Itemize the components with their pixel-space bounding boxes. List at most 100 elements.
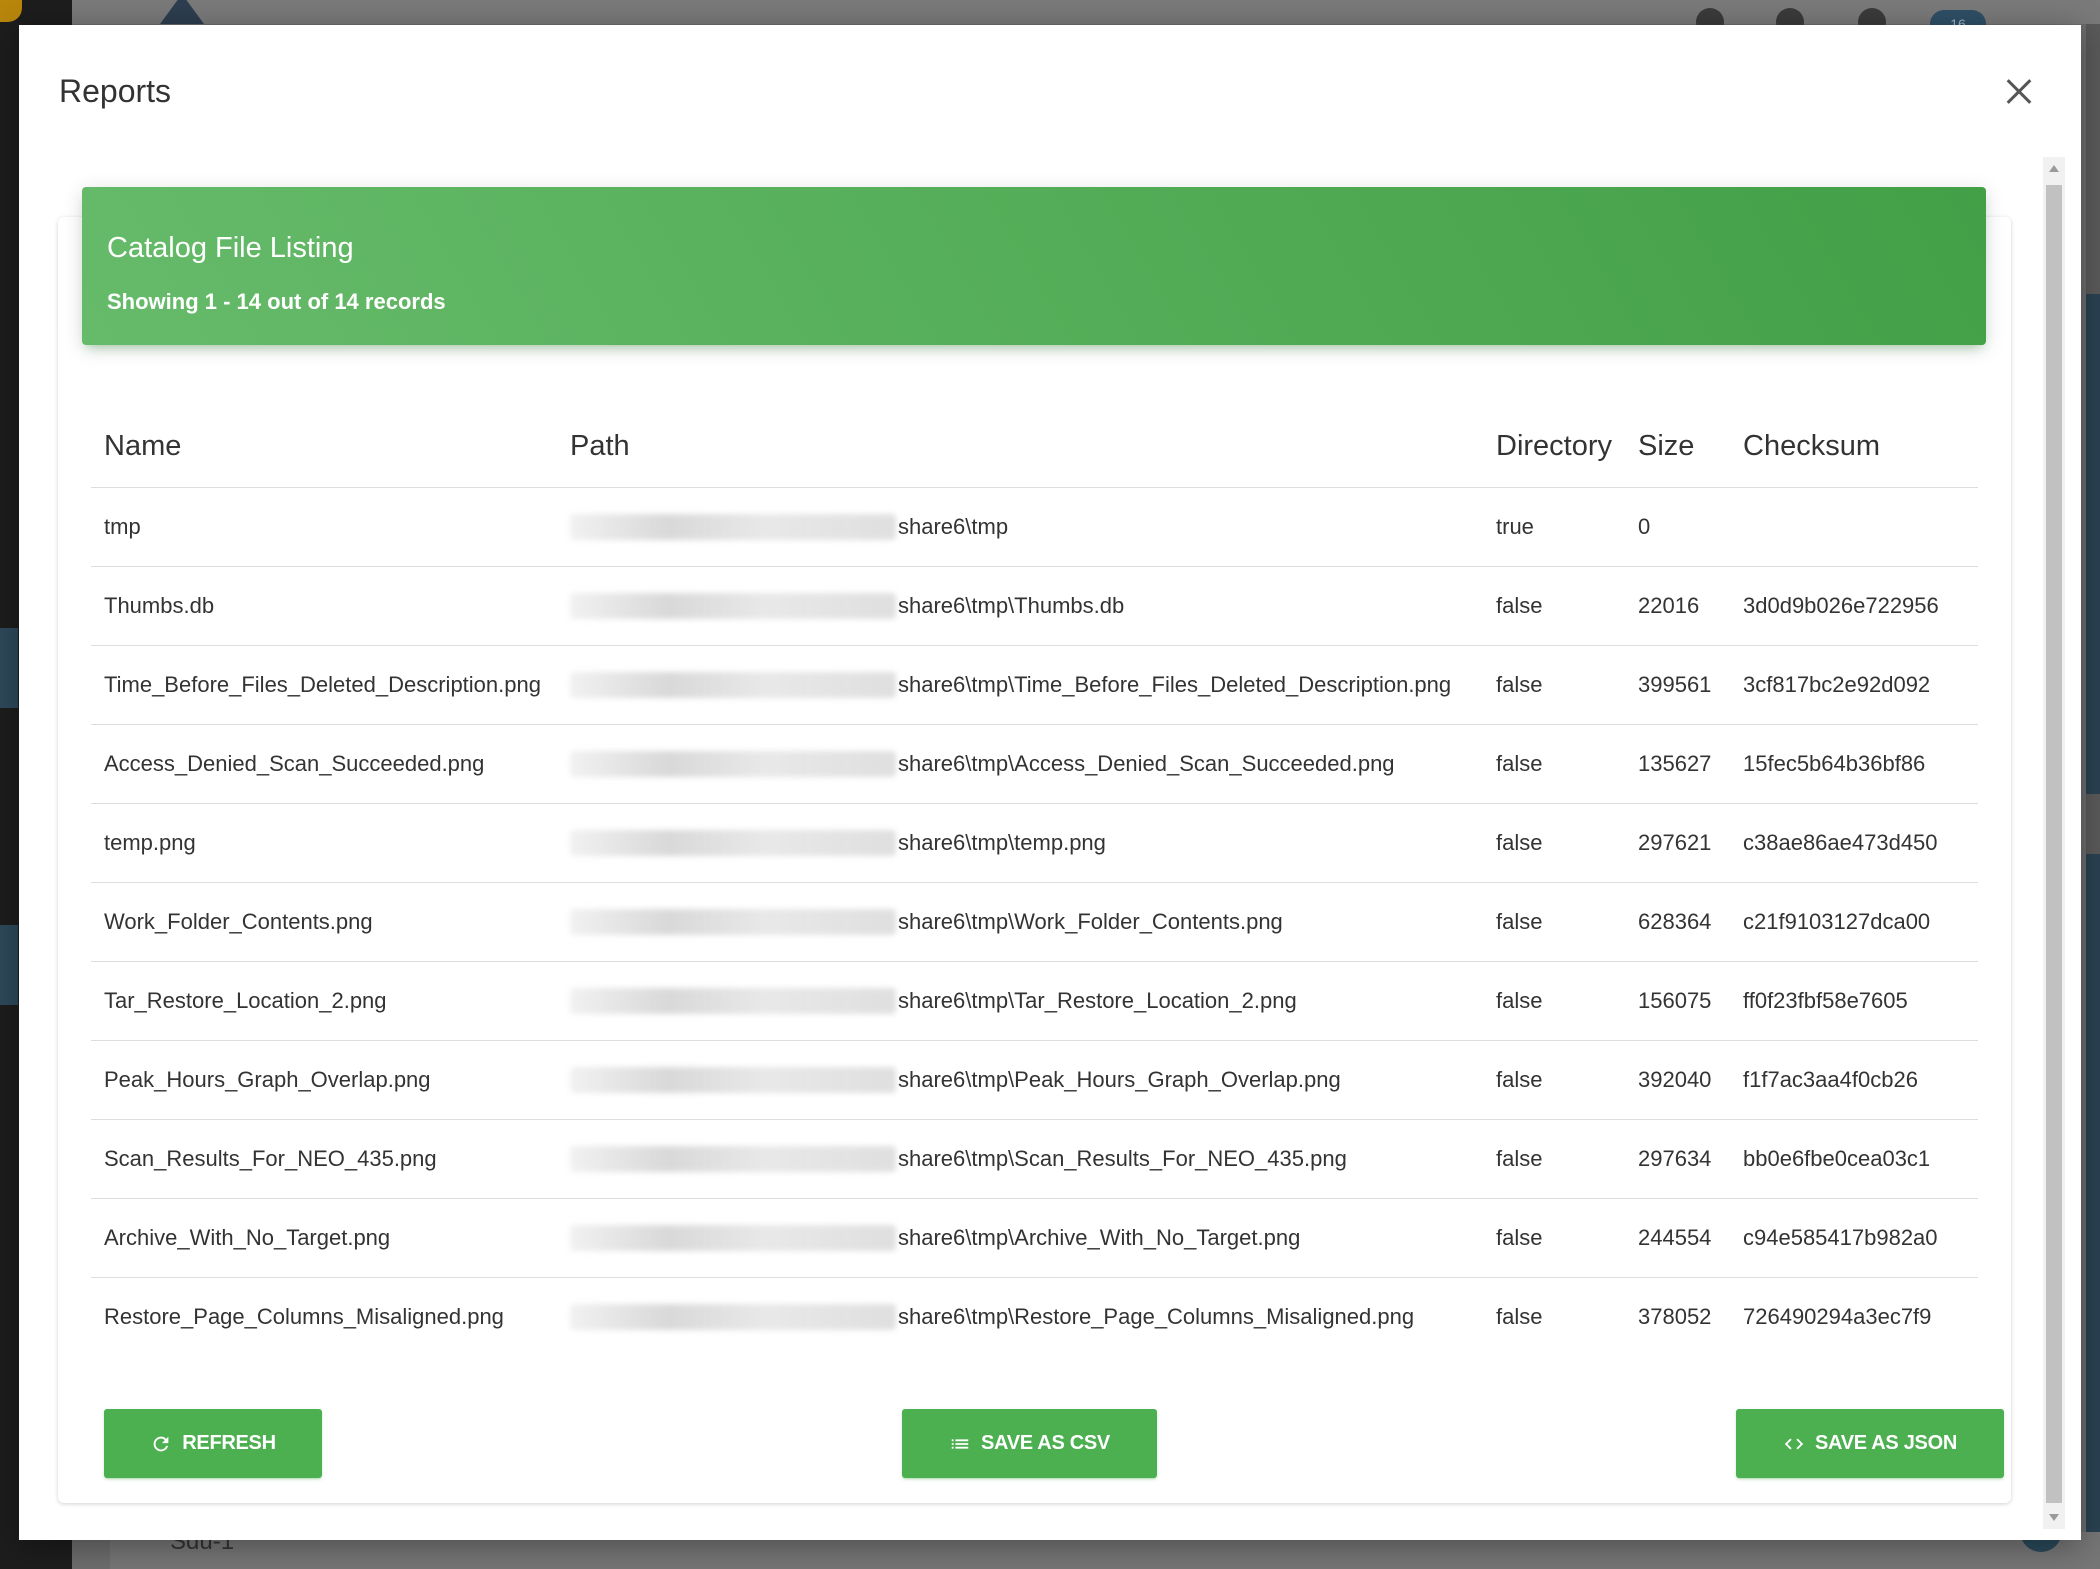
code-icon [1784,1438,1804,1449]
redacted-path-prefix [570,988,896,1015]
scroll-down-icon[interactable] [2049,1514,2059,1521]
cell-size: 628364 [1625,882,1730,962]
reports-modal: Reports Catalog File Listing Showing 1 -… [19,25,2081,1540]
table-row[interactable]: Scan_Results_For_NEO_435.png share6\tmp\… [91,1119,1978,1199]
modal-scrollbar[interactable] [2043,157,2065,1529]
cell-size: 244554 [1625,1198,1730,1278]
cell-checksum: f1f7ac3aa4f0cb26 [1730,1040,1978,1120]
column-header-name[interactable]: Name [91,407,557,488]
cell-path: share6\tmp\Archive_With_No_Target.png [557,1198,1483,1278]
cell-path: share6\tmp\Scan_Results_For_NEO_435.png [557,1119,1483,1199]
cell-checksum: bb0e6fbe0cea03c1 [1730,1119,1978,1199]
save-as-csv-button[interactable]: SAVE AS CSV [902,1409,1157,1478]
cell-path: share6\tmp\Tar_Restore_Location_2.png [557,961,1483,1041]
redacted-path-prefix [570,909,896,936]
cell-name: Work_Folder_Contents.png [91,882,557,962]
cell-name: temp.png [91,803,557,883]
cell-name: tmp [91,487,557,567]
cell-checksum: 3cf817bc2e92d092 [1730,645,1978,725]
cell-size: 378052 [1638,1303,1712,1329]
cell-directory: false [1483,1040,1625,1120]
cell-path: share6\tmp\Time_Before_Files_Deleted_Des… [557,645,1483,725]
cell-directory: false [1483,1119,1625,1199]
scrollbar-thumb[interactable] [2046,185,2062,1503]
column-header-size[interactable]: Size [1625,407,1730,488]
redacted-path-prefix [570,1304,896,1331]
table-row[interactable]: Restore_Page_Columns_Misaligned.png shar… [91,1277,1978,1356]
cell-checksum: 15fec5b64b36bf86 [1730,724,1978,804]
cell-directory: false [1496,1303,1543,1329]
cell-checksum: 3d0d9b026e722956 [1730,566,1978,646]
save-json-label: SAVE AS JSON [1815,1432,1957,1454]
table-row[interactable]: Archive_With_No_Target.png share6\tmp\Ar… [91,1198,1978,1278]
cell-directory: true [1483,487,1625,567]
cell-size: 297634 [1625,1119,1730,1199]
background-logo-icon [160,0,204,24]
cell-directory: false [1483,566,1625,646]
cell-name: Scan_Results_For_NEO_435.png [91,1119,557,1199]
redacted-path-prefix [570,593,896,620]
cell-directory: false [1483,803,1625,883]
redacted-path-prefix [570,514,896,541]
cell-directory: false [1483,961,1625,1041]
redacted-path-prefix [570,751,896,778]
column-header-directory[interactable]: Directory [1483,407,1625,488]
path-text: share6\tmp\Time_Before_Files_Deleted_Des… [898,672,1452,698]
table-row[interactable]: Work_Folder_Contents.png share6\tmp\Work… [91,882,1978,962]
cell-checksum: 726490294a3ec7f9 [1743,1303,1932,1329]
cell-path: share6\tmp\Peak_Hours_Graph_Overlap.png [557,1040,1483,1120]
cell-checksum: c21f9103127dca00 [1730,882,1978,962]
cell-name: Thumbs.db [91,566,557,646]
cell-name: Restore_Page_Columns_Misaligned.png [104,1303,504,1329]
card-header: Catalog File Listing Showing 1 - 14 out … [82,187,1986,345]
cell-path: share6\tmp\Thumbs.db [557,566,1483,646]
cell-path: share6\tmp\Restore_Page_Columns_Misalign… [557,1277,1483,1356]
path-text: share6\tmp\Scan_Results_For_NEO_435.png [898,1146,1347,1172]
background-sidebar-marker [0,628,18,708]
scroll-up-icon[interactable] [2049,165,2059,172]
column-header-path[interactable]: Path [557,407,1483,488]
cell-size: 297621 [1625,803,1730,883]
record-count: Showing 1 - 14 out of 14 records [107,289,446,314]
redacted-path-prefix [570,830,896,857]
table-row[interactable]: Tar_Restore_Location_2.png share6\tmp\Ta… [91,961,1978,1041]
save-as-json-button[interactable]: SAVE AS JSON [1736,1409,2004,1478]
table-row[interactable]: Access_Denied_Scan_Succeeded.png share6\… [91,724,1978,804]
table-row[interactable]: Peak_Hours_Graph_Overlap.png share6\tmp\… [91,1040,1978,1120]
cell-path: share6\tmp\Access_Denied_Scan_Succeeded.… [557,724,1483,804]
save-csv-label: SAVE AS CSV [981,1432,1110,1454]
cell-size: 392040 [1625,1040,1730,1120]
cell-directory: false [1483,882,1625,962]
cell-checksum [1730,487,1978,567]
path-text: share6\tmp [898,514,1009,540]
cell-checksum: c38ae86ae473d450 [1730,803,1978,883]
path-text: share6\tmp\Restore_Page_Columns_Misalign… [898,1304,1415,1330]
cell-name: Archive_With_No_Target.png [91,1198,557,1278]
path-text: share6\tmp\Access_Denied_Scan_Succeeded.… [898,751,1395,777]
cell-size: 135627 [1625,724,1730,804]
cell-name: Access_Denied_Scan_Succeeded.png [91,724,557,804]
close-icon[interactable] [1997,70,2041,114]
cell-size: 399561 [1625,645,1730,725]
card-title: Catalog File Listing [107,232,354,264]
refresh-button[interactable]: REFRESH [104,1409,322,1478]
table-row[interactable]: Thumbs.db share6\tmp\Thumbs.db false 220… [91,566,1978,646]
modal-title: Reports [59,73,172,109]
cell-directory: false [1483,645,1625,725]
redacted-path-prefix [570,1225,896,1252]
cell-directory: false [1483,724,1625,804]
column-header-checksum[interactable]: Checksum [1730,407,1978,488]
cell-checksum: c94e585417b982a0 [1730,1198,1978,1278]
path-text: share6\tmp\Thumbs.db [898,593,1125,619]
cell-size: 156075 [1625,961,1730,1041]
table-row[interactable]: temp.png share6\tmp\temp.png false 29762… [91,803,1978,883]
refresh-icon [153,1436,169,1451]
path-text: share6\tmp\temp.png [898,830,1106,856]
cell-path: share6\tmp\Work_Folder_Contents.png [557,882,1483,962]
table-row[interactable]: tmp share6\tmp true 0 [91,487,1978,567]
table-row[interactable]: Time_Before_Files_Deleted_Description.pn… [91,645,1978,725]
path-text: share6\tmp\Peak_Hours_Graph_Overlap.png [898,1067,1341,1093]
redacted-path-prefix [570,1146,896,1173]
file-listing-table: Name Path Directory Size Checksum tmp sh… [91,407,1978,1356]
path-text: share6\tmp\Work_Folder_Contents.png [898,909,1283,935]
